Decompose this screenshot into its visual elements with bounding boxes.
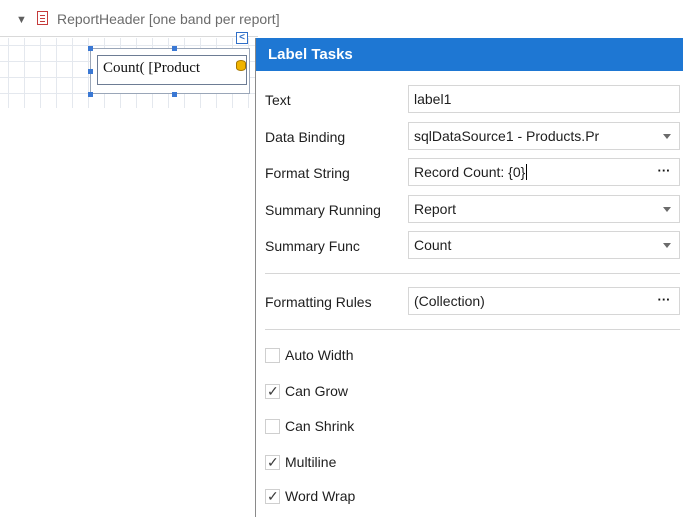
summary-func-label: Summary Func bbox=[265, 238, 360, 254]
can-shrink-label: Can Shrink bbox=[285, 418, 355, 434]
band-divider bbox=[0, 36, 258, 37]
text-caret bbox=[526, 164, 528, 180]
formatting-rules-value: (Collection) bbox=[414, 293, 485, 309]
summary-func-value: Count bbox=[414, 237, 452, 253]
panel-title: Label Tasks bbox=[268, 46, 353, 63]
database-binding-icon bbox=[236, 60, 246, 71]
ellipsis-button[interactable]: ··· bbox=[655, 288, 673, 314]
checkbox-box[interactable] bbox=[265, 419, 280, 434]
format-string-text: Record Count: {0} bbox=[414, 164, 526, 180]
panel-header: Label Tasks bbox=[256, 38, 683, 71]
multiline-label: Multiline bbox=[285, 454, 337, 470]
data-binding-dropdown[interactable]: sqlDataSource1 - Products.Pr bbox=[408, 122, 680, 150]
word-wrap-label: Word Wrap bbox=[285, 488, 356, 504]
formatting-rules-input[interactable]: (Collection) ··· bbox=[408, 287, 680, 315]
resize-handle[interactable] bbox=[172, 92, 177, 97]
triangle-down-icon[interactable]: ▼ bbox=[16, 13, 27, 27]
data-binding-label: Data Binding bbox=[265, 129, 346, 145]
format-string-input[interactable]: Record Count: {0} ··· bbox=[408, 158, 680, 186]
label-tasks-panel: Label Tasks Text label1 Data Binding sql… bbox=[255, 38, 683, 517]
check-mark-icon: ✓ bbox=[267, 488, 279, 504]
band-title: ReportHeader [one band per report] bbox=[57, 11, 280, 27]
report-header-band-icon bbox=[37, 11, 48, 25]
chevron-left-icon[interactable]: < bbox=[236, 32, 248, 44]
checkbox-box[interactable]: ✓ bbox=[265, 488, 280, 504]
summary-running-label: Summary Running bbox=[265, 202, 381, 218]
section-divider bbox=[265, 329, 680, 330]
text-input[interactable]: label1 bbox=[408, 85, 680, 113]
chevron-down-icon[interactable] bbox=[663, 134, 671, 139]
text-label: Text bbox=[265, 92, 291, 108]
format-string-value: Record Count: {0} bbox=[414, 164, 528, 180]
summary-running-value: Report bbox=[414, 201, 457, 217]
checkbox-box[interactable] bbox=[265, 348, 280, 363]
report-header-band[interactable]: ▼ ReportHeader [one band per report] bbox=[0, 0, 370, 38]
auto-width-label: Auto Width bbox=[285, 347, 354, 363]
formatting-rules-label: Formatting Rules bbox=[265, 294, 372, 310]
format-string-label: Format String bbox=[265, 165, 350, 181]
label-control-text: Count( [Product bbox=[103, 60, 201, 76]
resize-handle[interactable] bbox=[88, 92, 93, 97]
resize-handle[interactable] bbox=[88, 69, 93, 74]
checkbox-box[interactable]: ✓ bbox=[265, 454, 280, 470]
summary-func-dropdown[interactable]: Count bbox=[408, 231, 680, 259]
can-grow-label: Can Grow bbox=[285, 383, 349, 399]
text-input-value: label1 bbox=[414, 91, 452, 107]
check-mark-icon: ✓ bbox=[267, 454, 279, 470]
resize-handle[interactable] bbox=[172, 46, 177, 51]
chevron-down-icon[interactable] bbox=[663, 207, 671, 212]
section-divider bbox=[265, 273, 680, 274]
label-control-content[interactable]: Count( [Product bbox=[97, 55, 247, 85]
ellipsis-button[interactable]: ··· bbox=[655, 159, 673, 185]
check-mark-icon: ✓ bbox=[267, 383, 279, 399]
resize-handle[interactable] bbox=[88, 46, 93, 51]
checkbox-box[interactable]: ✓ bbox=[265, 383, 280, 399]
chevron-down-icon[interactable] bbox=[663, 243, 671, 248]
summary-running-dropdown[interactable]: Report bbox=[408, 195, 680, 223]
data-binding-value: sqlDataSource1 - Products.Pr bbox=[414, 128, 600, 144]
